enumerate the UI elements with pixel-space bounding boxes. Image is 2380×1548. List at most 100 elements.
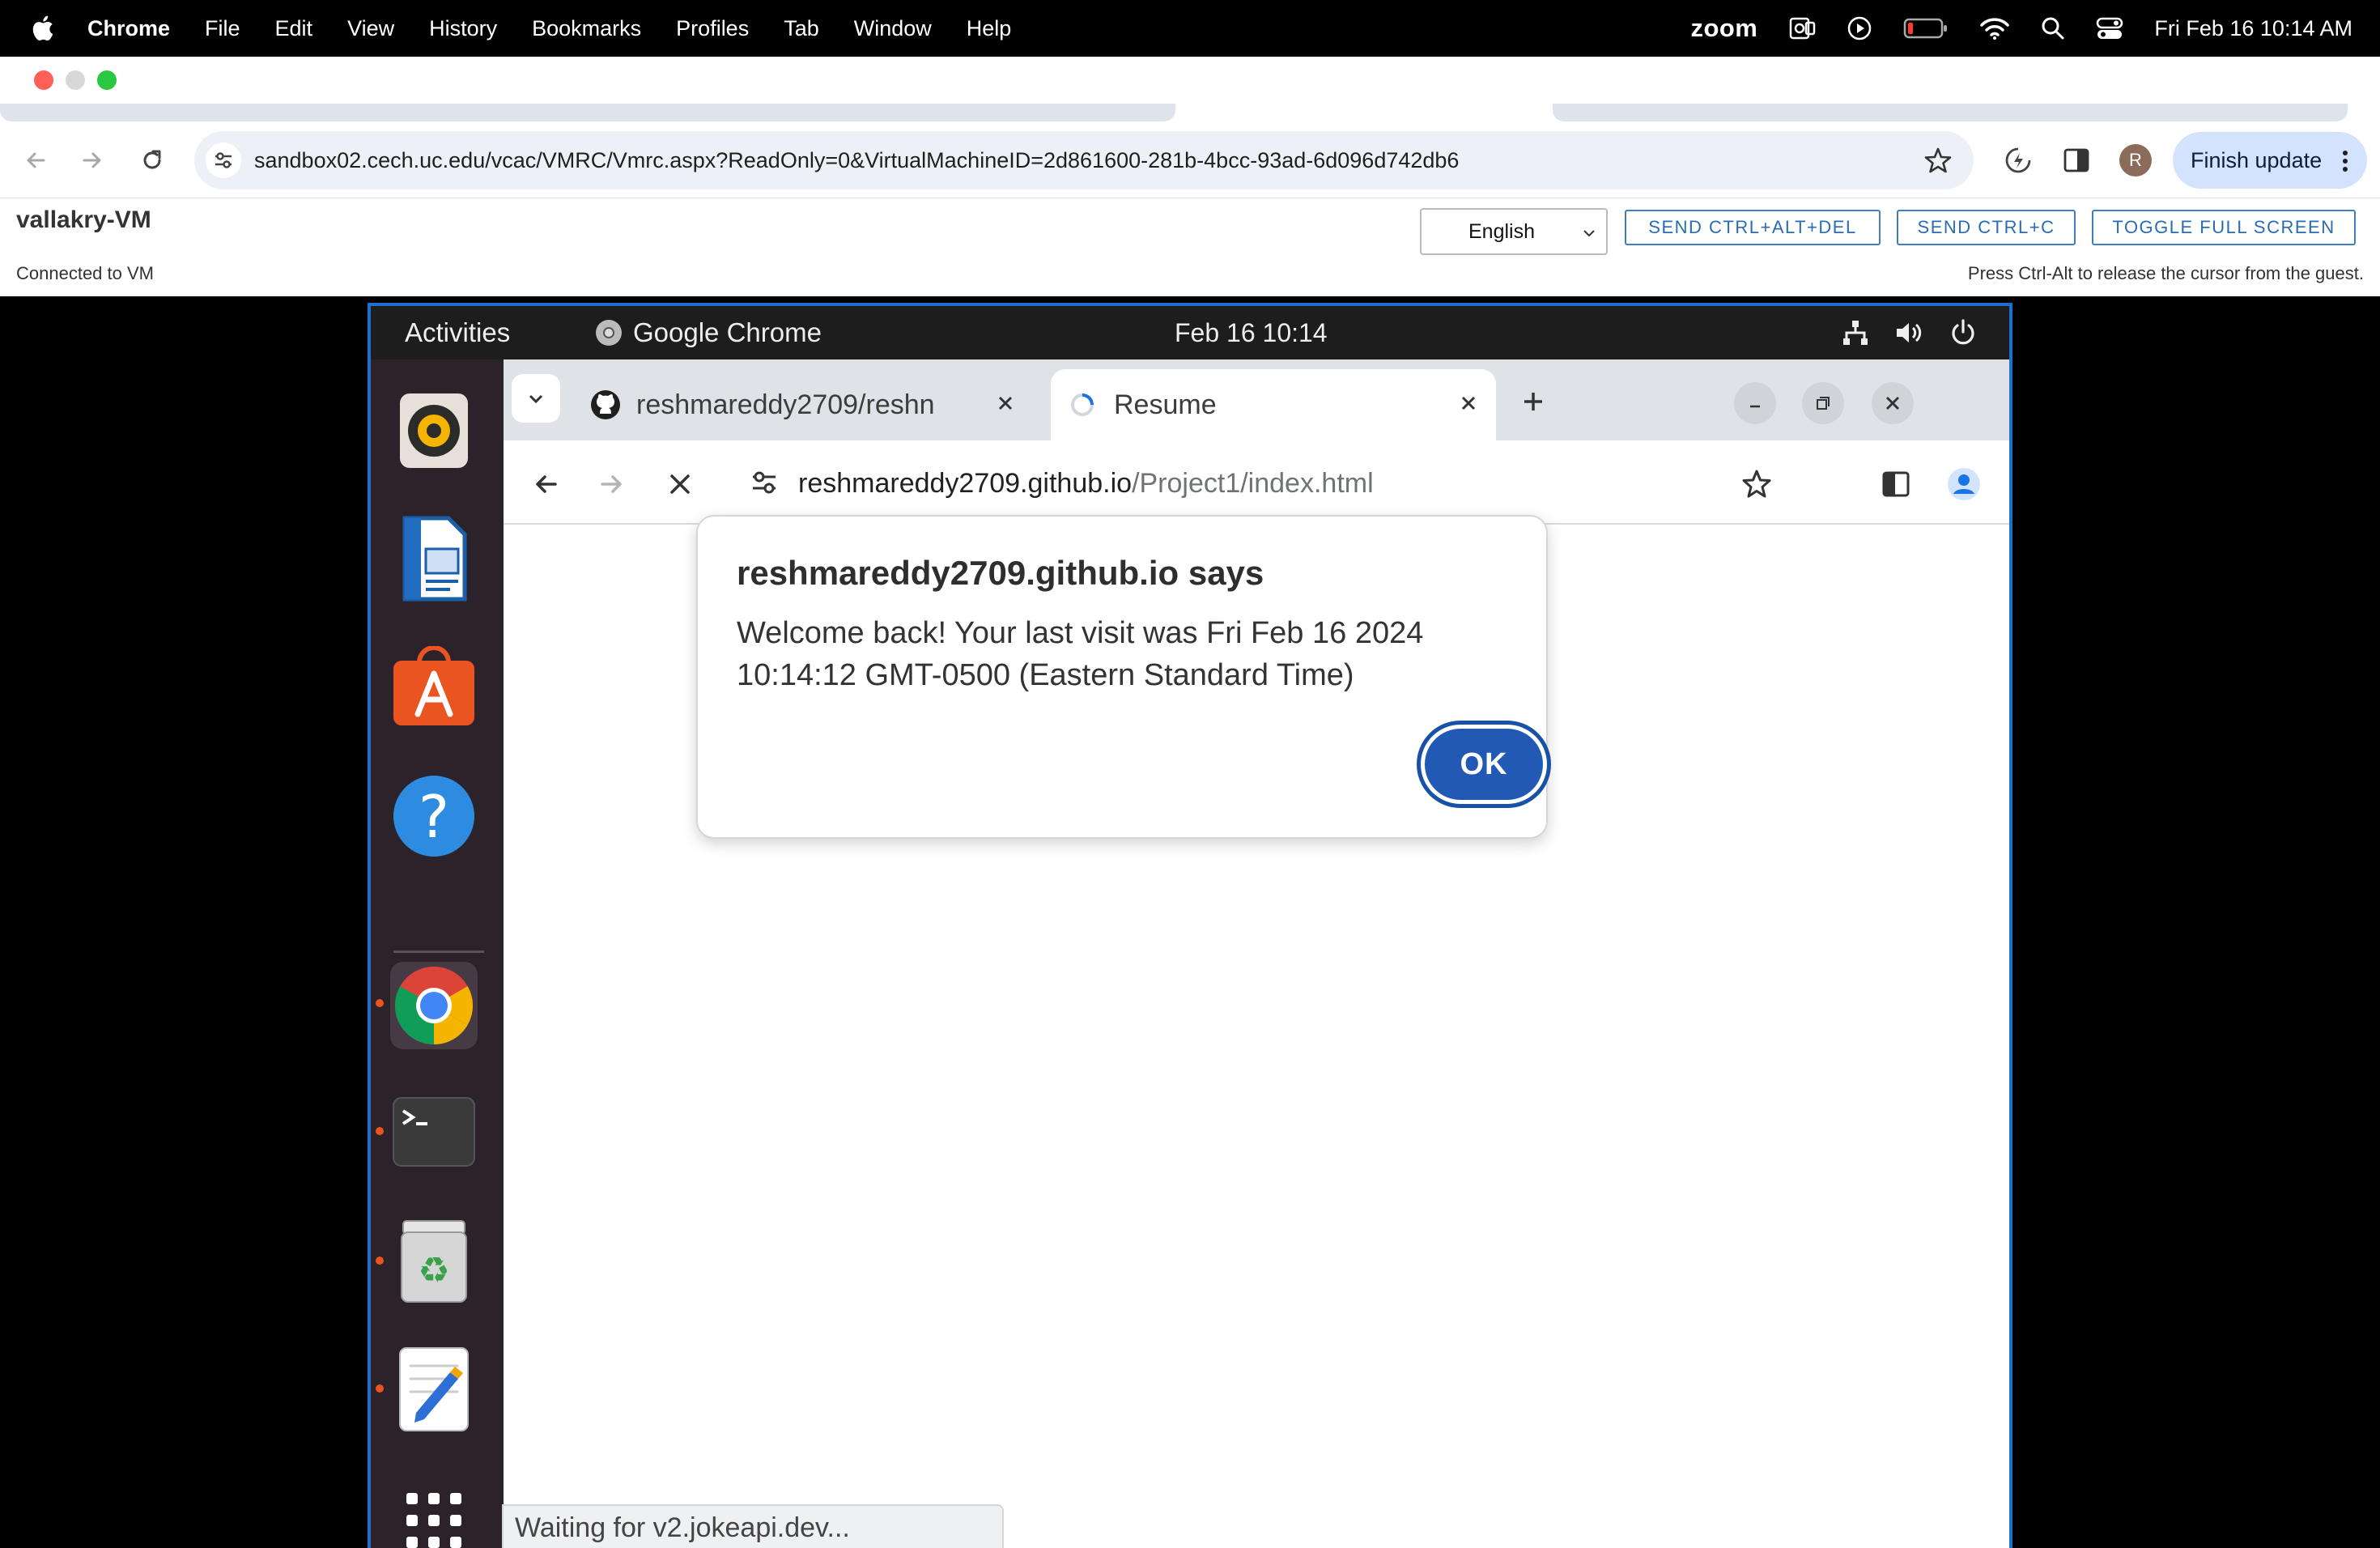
close-window-button[interactable]	[1872, 382, 1914, 424]
battery-low-icon[interactable]	[1903, 16, 1949, 40]
activities-button[interactable]: Activities	[405, 306, 510, 359]
arrow-right-icon	[83, 152, 101, 168]
bookmark-star-icon[interactable]	[1923, 146, 1953, 175]
tune-icon[interactable]	[750, 468, 779, 497]
stop-loading-button[interactable]	[661, 465, 699, 504]
tab-title: Resume	[1114, 389, 1217, 420]
menu-profiles[interactable]: Profiles	[676, 16, 749, 41]
running-indicator	[376, 1384, 384, 1393]
terminal-icon[interactable]	[390, 1088, 478, 1176]
close-tab-icon[interactable]	[1459, 393, 1478, 413]
guest-profile-button[interactable]	[1944, 465, 1983, 504]
javascript-alert-dialog: reshmareddy2709.github.io says Welcome b…	[696, 515, 1551, 839]
site-info-button[interactable]	[206, 142, 241, 178]
libreoffice-impress-icon[interactable]	[390, 515, 478, 602]
tab-title: reshmareddy2709/reshn	[636, 389, 935, 420]
minimize-button[interactable]	[1734, 382, 1776, 424]
profile-icon	[1948, 468, 1980, 500]
keyboard-language-select[interactable]: English	[1420, 208, 1608, 255]
close-tab-icon[interactable]	[996, 393, 1015, 413]
reload-button[interactable]	[134, 142, 170, 178]
system-menu[interactable]	[1841, 306, 1977, 359]
zoom-status-item[interactable]: zoom	[1690, 14, 1757, 43]
new-tab-button[interactable]	[1517, 385, 1549, 418]
app-menu-label: Google Chrome	[633, 317, 822, 347]
host-tab[interactable]	[0, 104, 1175, 121]
arrow-left-icon	[27, 152, 45, 168]
ubuntu-software-icon[interactable]	[390, 643, 478, 730]
mac-menu-bar: Chrome File Edit View History Bookmarks …	[0, 0, 2380, 57]
tab-github[interactable]: reshmareddy2709/reshn	[575, 369, 1033, 440]
vm-console-screen[interactable]: Activities Google Chrome Feb 16 10:14 ?	[368, 303, 2012, 1548]
guest-back-button[interactable]	[526, 465, 565, 504]
address-bar[interactable]: sandbox02.cech.uc.edu/vcac/VMRC/Vmrc.asp…	[194, 131, 1974, 189]
window-close-button[interactable]	[34, 70, 53, 90]
window-minimize-button[interactable]	[66, 70, 85, 90]
menu-bookmarks[interactable]: Bookmarks	[532, 16, 641, 41]
wifi-icon[interactable]	[1979, 16, 2010, 40]
bookmark-star-icon[interactable]	[1740, 468, 1773, 500]
menu-tab[interactable]: Tab	[784, 16, 819, 41]
control-center-icon[interactable]	[2096, 16, 2123, 40]
loading-spinner-icon	[1071, 393, 1094, 416]
window-zoom-button[interactable]	[97, 70, 117, 90]
restore-button[interactable]	[1802, 382, 1844, 424]
menu-window[interactable]: Window	[854, 16, 932, 41]
back-button[interactable]	[18, 142, 53, 178]
menu-view[interactable]: View	[347, 16, 394, 41]
guest-address-url[interactable]: reshmareddy2709.github.io/Project1/index…	[798, 453, 1374, 513]
chrome-mono-icon	[596, 320, 622, 346]
host-tab[interactable]	[1553, 104, 2348, 121]
apple-menu-icon[interactable]	[28, 12, 60, 45]
app-menu[interactable]: Google Chrome	[594, 306, 822, 359]
more-menu-icon[interactable]	[2341, 150, 2349, 172]
url-host: reshmareddy2709.github.io	[798, 468, 1133, 499]
extension-performance-icon[interactable]	[2002, 144, 2034, 176]
toggle-full-screen-button[interactable]: TOGGLE FULL SCREEN	[2092, 210, 2356, 245]
side-panel-icon[interactable]	[2060, 144, 2093, 176]
reload-icon	[143, 150, 161, 169]
address-bar-url[interactable]: sandbox02.cech.uc.edu/vcac/VMRC/Vmrc.asp…	[254, 131, 1459, 189]
guest-address-bar[interactable]: reshmareddy2709.github.io/Project1/index…	[729, 453, 1789, 513]
text-editor-icon[interactable]	[390, 1346, 478, 1433]
chevron-down-icon	[529, 394, 543, 404]
alert-ok-button[interactable]: OK	[1417, 721, 1551, 808]
running-indicator	[376, 1257, 384, 1265]
loading-status-bubble: Waiting for v2.jokeapi.dev...	[502, 1504, 1004, 1548]
tab-resume[interactable]: Resume	[1051, 369, 1496, 440]
menu-help[interactable]: Help	[967, 16, 1012, 41]
send-ctrl-alt-del-button[interactable]: SEND CTRL+ALT+DEL	[1625, 210, 1881, 245]
show-apps-icon[interactable]	[390, 1477, 478, 1548]
github-icon	[591, 390, 620, 419]
menu-history[interactable]: History	[429, 16, 497, 41]
guest-forward-button[interactable]	[593, 465, 631, 504]
profile-avatar[interactable]: R	[2119, 144, 2152, 176]
finish-update-button[interactable]: Finish update	[2173, 132, 2367, 189]
rhythmbox-icon[interactable]	[390, 387, 478, 474]
forward-button[interactable]	[74, 142, 110, 178]
gnome-top-bar: Activities Google Chrome Feb 16 10:14	[371, 306, 2009, 359]
zoom-outlook-icon[interactable]	[1788, 15, 1816, 42]
help-icon[interactable]: ?	[390, 772, 478, 860]
network-wired-icon	[1843, 321, 1868, 345]
dock-separator	[393, 950, 484, 953]
finish-update-label: Finish update	[2191, 147, 2323, 172]
chrome-icon[interactable]	[390, 962, 478, 1049]
menubar-clock[interactable]: Fri Feb 16 10:14 AM	[2154, 16, 2352, 41]
menu-file[interactable]: File	[205, 16, 240, 41]
spotlight-search-icon[interactable]	[2041, 16, 2065, 40]
alert-title: reshmareddy2709.github.io says	[737, 554, 1264, 592]
guest-clock[interactable]: Feb 16 10:14	[1175, 306, 1328, 359]
send-ctrl-c-button[interactable]: SEND CTRL+C	[1897, 210, 2076, 245]
play-circle-icon[interactable]	[1847, 15, 1872, 41]
restore-icon	[1817, 397, 1830, 410]
trash-icon[interactable]: ♻	[390, 1218, 478, 1305]
menu-app-name[interactable]: Chrome	[87, 16, 170, 41]
tune-icon	[215, 152, 232, 168]
language-selected-value: English	[1468, 219, 1535, 243]
guest-side-panel-button[interactable]	[1876, 465, 1915, 504]
tab-search-button[interactable]	[512, 374, 560, 423]
alert-ok-label: OK	[1425, 729, 1543, 800]
close-icon	[670, 474, 690, 494]
menu-edit[interactable]: Edit	[275, 16, 313, 41]
